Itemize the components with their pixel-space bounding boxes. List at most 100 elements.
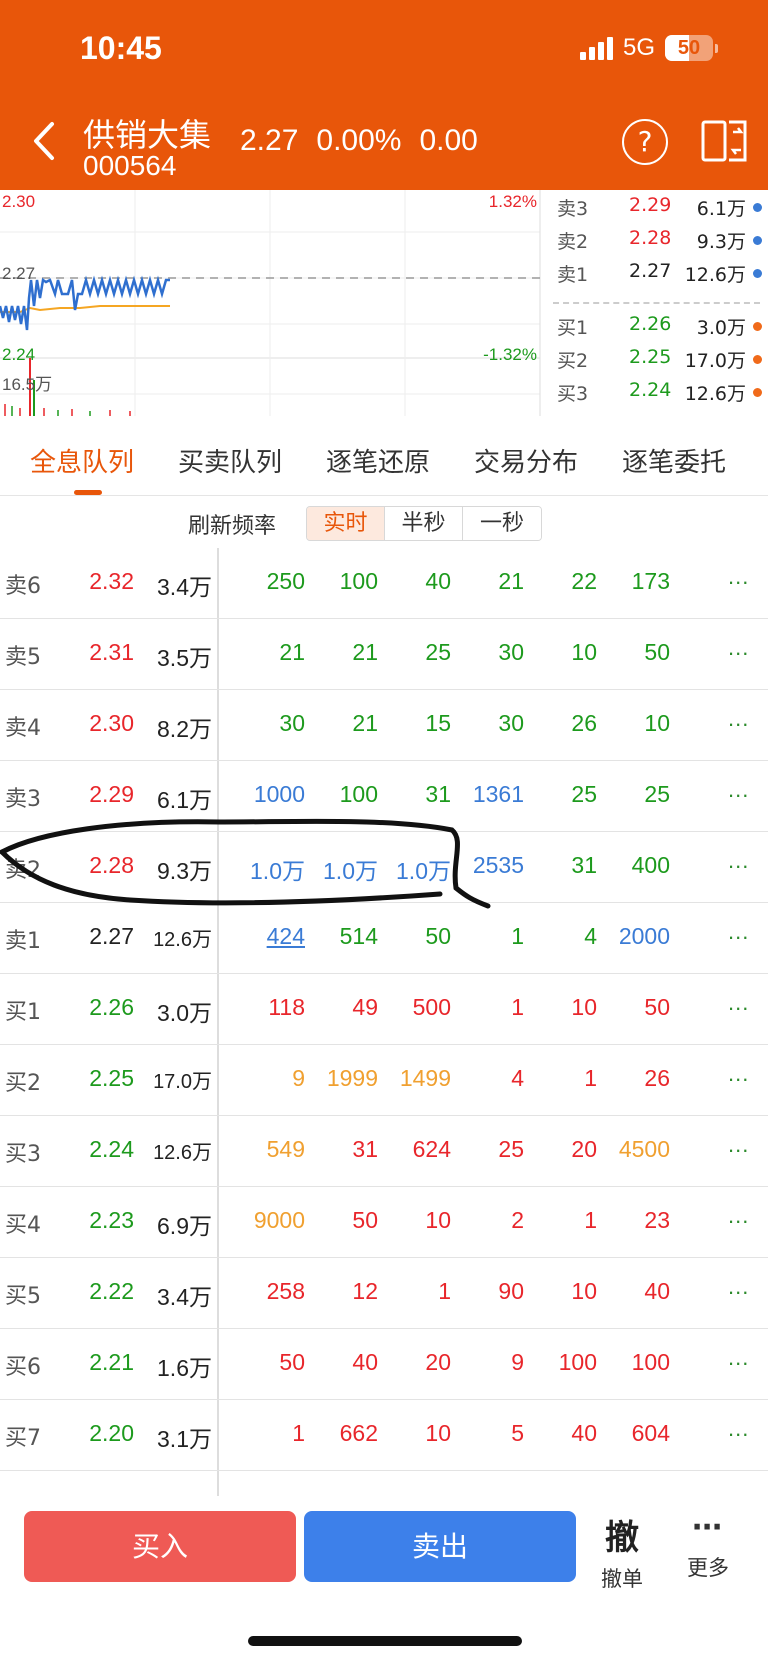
queue-row-more-icon[interactable]: ...	[728, 564, 749, 590]
queue-row[interactable]: 卖4 2.30 8.2万 30 21 15 30 26 10...	[0, 690, 768, 761]
queue-row[interactable]: 卖3 2.29 6.1万 1000 100 31 1361 25 25...	[0, 761, 768, 832]
queue-order-cell[interactable]: 100	[595, 1349, 670, 1376]
queue-order-cell[interactable]: 21	[303, 639, 378, 666]
queue-row[interactable]: 买5 2.22 3.4万 258 12 1 90 10 40...	[0, 1258, 768, 1329]
refresh-option-one-second[interactable]: 一秒	[463, 507, 541, 540]
queue-order-cell[interactable]: 26	[522, 710, 597, 737]
queue-order-cell[interactable]: 25	[376, 639, 451, 666]
queue-order-cell[interactable]: 250	[230, 568, 305, 595]
queue-order-cell[interactable]: 15	[376, 710, 451, 737]
queue-row-more-icon[interactable]: ...	[728, 635, 749, 661]
queue-order-cell[interactable]: 21	[449, 568, 524, 595]
queue-row-more-icon[interactable]: ...	[728, 919, 749, 945]
help-icon[interactable]: ?	[622, 119, 668, 165]
queue-row-more-icon[interactable]: ...	[728, 1132, 749, 1158]
queue-order-cell[interactable]: 4	[522, 923, 597, 950]
queue-order-cell[interactable]: 258	[230, 1278, 305, 1305]
back-icon[interactable]	[26, 118, 62, 164]
sell-button[interactable]: 卖出	[304, 1511, 576, 1582]
queue-order-cell[interactable]: 1000	[230, 781, 305, 808]
queue-row-more-icon[interactable]: ...	[728, 1061, 749, 1087]
queue-order-cell[interactable]: 1.0万	[303, 852, 378, 886]
queue-row-more-icon[interactable]: ...	[728, 1274, 749, 1300]
queue-order-cell[interactable]: 50	[595, 994, 670, 1021]
queue-order-cell[interactable]: 4500	[595, 1136, 670, 1163]
queue-row[interactable]: 卖5 2.31 3.5万 21 21 25 30 10 50...	[0, 619, 768, 690]
queue-order-cell[interactable]: 50	[303, 1207, 378, 1234]
queue-order-cell[interactable]: 1.0万	[376, 852, 451, 886]
queue-order-cell[interactable]: 2535	[449, 852, 524, 879]
queue-order-cell[interactable]: 40	[595, 1278, 670, 1305]
queue-order-cell[interactable]: 40	[303, 1349, 378, 1376]
queue-order-cell[interactable]: 424	[230, 923, 305, 950]
queue-order-cell[interactable]: 9000	[230, 1207, 305, 1234]
queue-order-cell[interactable]: 30	[449, 639, 524, 666]
queue-order-cell[interactable]: 1	[376, 1278, 451, 1305]
queue-order-cell[interactable]: 25	[522, 781, 597, 808]
queue-order-cell[interactable]: 2000	[595, 923, 670, 950]
tab-tick-orders[interactable]: 逐笔委托	[622, 442, 726, 479]
queue-row-more-icon[interactable]: ...	[728, 706, 749, 732]
queue-order-cell[interactable]: 21	[303, 710, 378, 737]
queue-row[interactable]: 买4 2.23 6.9万 9000 50 10 2 1 23...	[0, 1187, 768, 1258]
tab-full-queue[interactable]: 全息队列	[30, 442, 134, 479]
queue-order-cell[interactable]: 5	[449, 1420, 524, 1447]
queue-order-cell[interactable]: 31	[376, 781, 451, 808]
queue-row[interactable]: 买2 2.25 17.0万 9 1999 1499 4 1 26...	[0, 1045, 768, 1116]
queue-order-cell[interactable]: 173	[595, 568, 670, 595]
queue-order-cell[interactable]: 1.0万	[230, 852, 305, 886]
queue-order-cell[interactable]: 50	[595, 639, 670, 666]
queue-order-cell[interactable]: 624	[376, 1136, 451, 1163]
queue-order-cell[interactable]: 25	[595, 781, 670, 808]
queue-order-cell[interactable]: 10	[522, 994, 597, 1021]
queue-order-cell[interactable]: 500	[376, 994, 451, 1021]
queue-order-cell[interactable]: 1	[449, 923, 524, 950]
queue-row-more-icon[interactable]: ...	[728, 848, 749, 874]
queue-row-more-icon[interactable]: ...	[728, 777, 749, 803]
queue-row[interactable]: 卖1 2.27 12.6万 424 514 50 1 4 2000...	[0, 903, 768, 974]
queue-row-more-icon[interactable]: ...	[728, 1416, 749, 1442]
queue-order-cell[interactable]: 23	[595, 1207, 670, 1234]
queue-order-cell[interactable]: 10	[376, 1207, 451, 1234]
queue-order-cell[interactable]: 25	[449, 1136, 524, 1163]
queue-order-cell[interactable]: 20	[522, 1136, 597, 1163]
queue-order-cell[interactable]: 514	[303, 923, 378, 950]
queue-table[interactable]: 卖6 2.32 3.4万 250 100 40 21 22 173... 卖5 2.31 3.5万 21…	[0, 548, 768, 1496]
queue-order-cell[interactable]: 31	[303, 1136, 378, 1163]
queue-order-cell[interactable]: 1	[522, 1065, 597, 1092]
queue-order-cell[interactable]: 12	[303, 1278, 378, 1305]
queue-order-cell[interactable]: 100	[303, 781, 378, 808]
queue-order-cell[interactable]: 21	[230, 639, 305, 666]
queue-order-cell[interactable]: 26	[595, 1065, 670, 1092]
queue-order-cell[interactable]: 662	[303, 1420, 378, 1447]
queue-order-cell[interactable]: 10	[376, 1420, 451, 1447]
queue-order-cell[interactable]: 50	[376, 923, 451, 950]
queue-order-cell[interactable]: 9	[230, 1065, 305, 1092]
queue-order-cell[interactable]: 10	[522, 639, 597, 666]
queue-order-cell[interactable]: 604	[595, 1420, 670, 1447]
queue-order-cell[interactable]: 549	[230, 1136, 305, 1163]
refresh-option-half-second[interactable]: 半秒	[385, 507, 463, 540]
queue-order-cell[interactable]: 30	[449, 710, 524, 737]
queue-order-cell[interactable]: 40	[522, 1420, 597, 1447]
queue-order-cell[interactable]: 1	[522, 1207, 597, 1234]
queue-order-cell[interactable]: 40	[376, 568, 451, 595]
queue-row[interactable]: 买3 2.24 12.6万 549 31 624 25 20 4500...	[0, 1116, 768, 1187]
queue-row[interactable]: 买1 2.26 3.0万 118 49 500 1 10 50...	[0, 974, 768, 1045]
queue-order-cell[interactable]: 1	[230, 1420, 305, 1447]
tab-tick-restore[interactable]: 逐笔还原	[326, 442, 430, 479]
queue-order-cell[interactable]: 9	[449, 1349, 524, 1376]
queue-row[interactable]: 卖2 2.28 9.3万 1.0万 1.0万 1.0万 2535 31 400...	[0, 832, 768, 903]
queue-order-cell[interactable]: 400	[595, 852, 670, 879]
queue-order-cell[interactable]: 100	[303, 568, 378, 595]
queue-order-cell[interactable]: 1	[449, 994, 524, 1021]
more-button[interactable]: ⋯ 更多	[680, 1510, 736, 1582]
intraday-chart[interactable]: 2.30 1.32% 2.27 2.24 -1.32% 16.5万	[0, 190, 545, 416]
buy-button[interactable]: 买入	[24, 1511, 296, 1582]
queue-order-cell[interactable]: 31	[522, 852, 597, 879]
queue-row-more-icon[interactable]: ...	[728, 990, 749, 1016]
queue-order-cell[interactable]: 20	[376, 1349, 451, 1376]
cancel-order-button[interactable]: 撤 撤单	[594, 1510, 650, 1593]
queue-row-more-icon[interactable]: ...	[728, 1203, 749, 1229]
queue-order-cell[interactable]: 22	[522, 568, 597, 595]
